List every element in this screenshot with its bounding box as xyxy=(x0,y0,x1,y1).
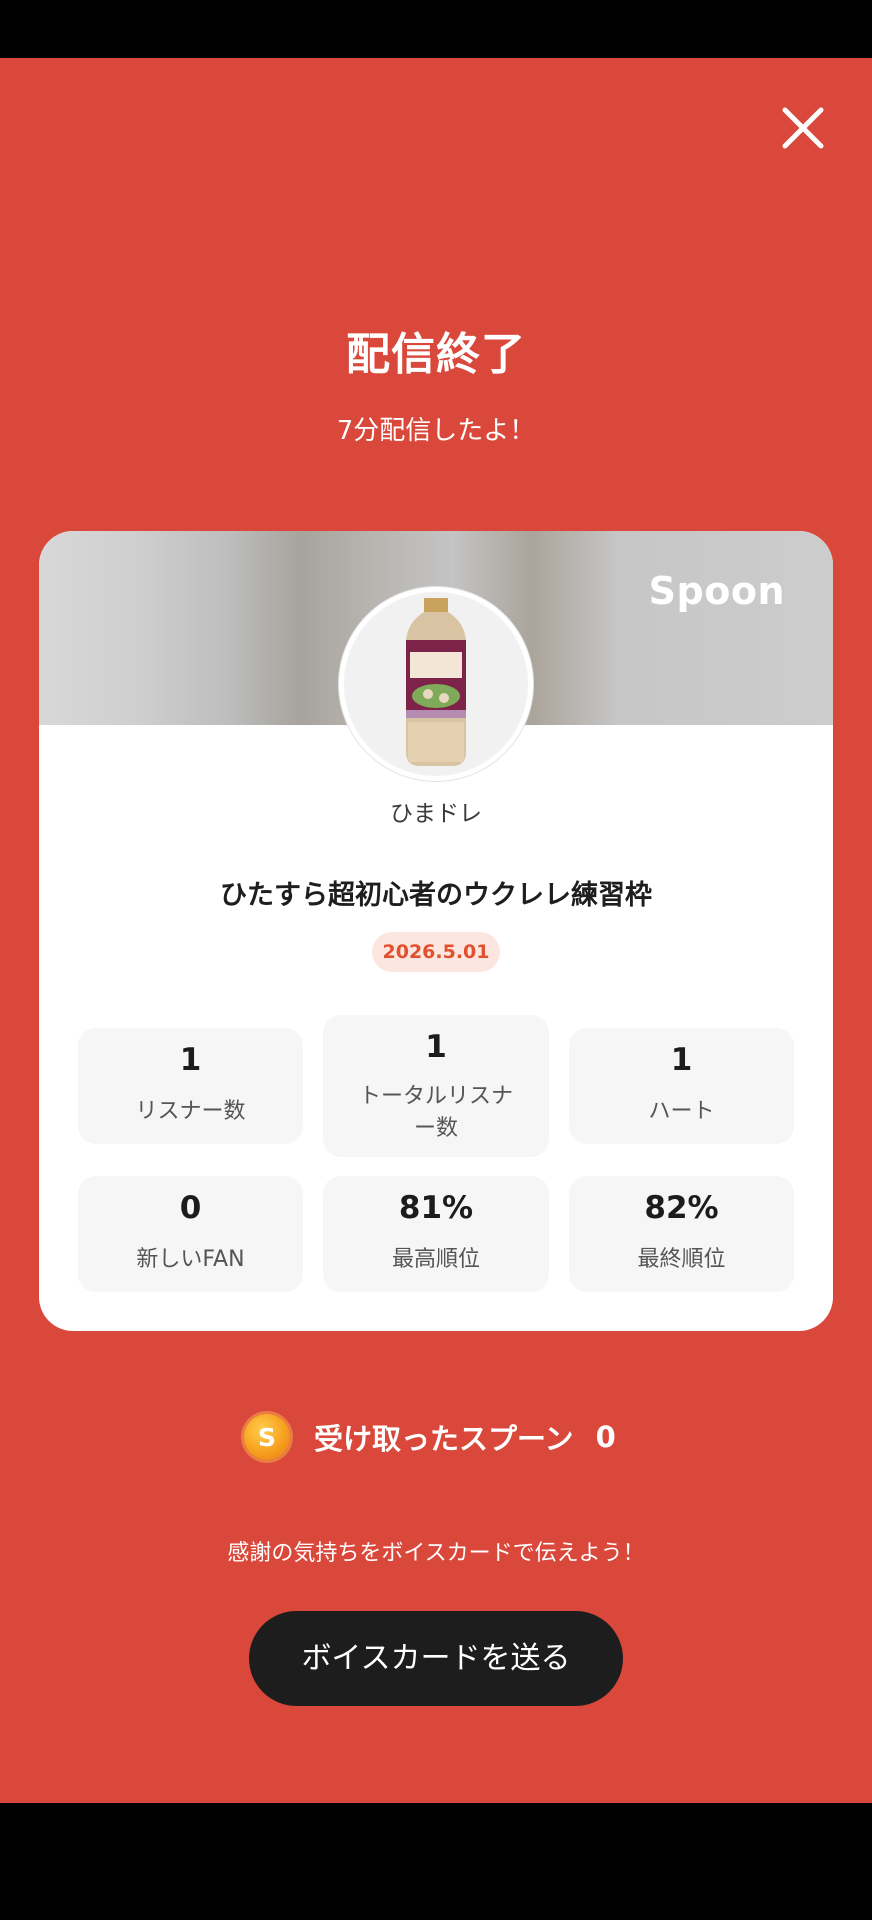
broadcast-duration: 7分配信したよ！ xyxy=(336,416,536,446)
stat-label: トータルリスナー数 xyxy=(358,1084,513,1141)
spoon-logo: Spoon xyxy=(648,569,785,613)
stat-value: 1 xyxy=(670,1042,693,1078)
stat-new-fans: 0 新しいFAN xyxy=(78,1176,303,1292)
received-spoons-count: 0 xyxy=(595,1420,616,1454)
received-spoons: S 受け取ったスプーン 0 xyxy=(244,1413,616,1461)
stat-hearts: 1 ハート xyxy=(569,1028,794,1144)
stat-value: 0 xyxy=(179,1190,202,1226)
broadcast-title: ひたすら超初心者のウクレレ練習枠 xyxy=(220,880,652,911)
stat-final-rank: 82% 最終順位 xyxy=(569,1176,794,1292)
stat-value: 81% xyxy=(398,1190,474,1226)
status-bar xyxy=(0,0,872,58)
stat-label: 最高順位 xyxy=(391,1247,480,1272)
stat-total-listeners: 1 トータルリスナー数 xyxy=(323,1015,549,1157)
close-icon xyxy=(782,107,824,149)
stat-label: 新しいFAN xyxy=(136,1247,245,1272)
stat-highest-rank: 81% 最高順位 xyxy=(323,1176,549,1292)
received-spoons-label: 受け取ったスプーン xyxy=(314,1422,574,1456)
stat-value: 82% xyxy=(644,1190,719,1226)
avatar[interactable] xyxy=(339,587,533,781)
stat-value: 1 xyxy=(425,1029,447,1065)
date-badge: 2026.5.01 xyxy=(372,932,500,972)
spoon-coin-icon: S xyxy=(244,1414,290,1460)
page-title: 配信終了 xyxy=(346,329,526,380)
username: ひまドレ xyxy=(390,801,482,827)
dressing-bottle-image xyxy=(344,592,528,776)
gratitude-message: 感謝の気持ちをボイスカードで伝えよう！ xyxy=(227,1541,645,1566)
close-button[interactable] xyxy=(775,100,831,156)
send-voice-card-button[interactable]: ボイスカードを送る xyxy=(249,1611,623,1706)
stat-listeners: 1 リスナー数 xyxy=(78,1028,303,1144)
stat-label: リスナー数 xyxy=(135,1099,246,1124)
stat-value: 1 xyxy=(179,1042,202,1078)
stat-label: 最終順位 xyxy=(637,1247,726,1272)
stat-label: ハート xyxy=(648,1099,715,1124)
navigation-bar xyxy=(0,1803,872,1920)
broadcast-summary-card: Spoon ひまドレ ひたすら超初心者のウクレレ練習枠 2026.5.01 1 … xyxy=(39,531,833,1331)
